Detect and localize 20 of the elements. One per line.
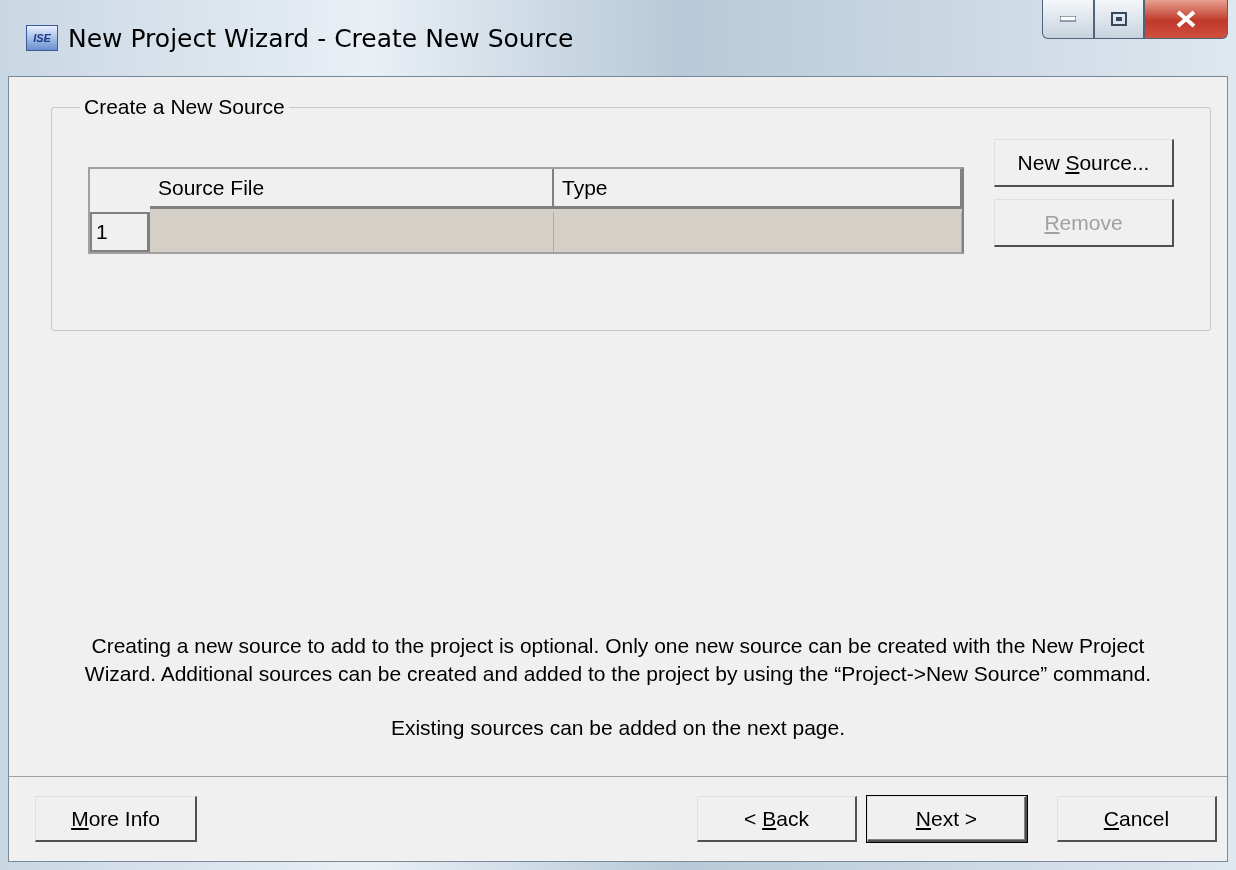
close-button[interactable] xyxy=(1144,0,1228,39)
row-number: 1 xyxy=(90,212,150,252)
description-text: Creating a new source to add to the project is optional. Only one new source can be created with the New Project Wizard. Additional sources can be created and added to the project by using the “Project->New Source” command. xyxy=(83,633,1153,687)
more-info-button[interactable]: More Info xyxy=(35,796,197,842)
note-text: Existing sources can be added on the next page. xyxy=(389,716,847,740)
column-header[interactable]: Source File xyxy=(150,169,554,209)
footer-button[interactable]: Next > xyxy=(867,796,1027,842)
close-icon xyxy=(1175,10,1197,28)
side-button[interactable]: New Source... xyxy=(994,139,1174,187)
group-title: Create a New Source xyxy=(83,95,286,119)
maximize-button[interactable] xyxy=(1094,0,1144,39)
table-corner xyxy=(90,169,150,212)
window-title: New Project Wizard - Create New Source xyxy=(68,23,574,53)
minimize-icon xyxy=(1060,16,1076,22)
footer-button[interactable]: < Back xyxy=(697,796,857,842)
footer-button[interactable]: Cancel xyxy=(1057,796,1217,842)
app-icon: ISE xyxy=(26,25,58,51)
minimize-button[interactable] xyxy=(1042,0,1094,39)
column-header[interactable]: Type xyxy=(554,169,962,209)
maximize-icon xyxy=(1111,12,1127,26)
